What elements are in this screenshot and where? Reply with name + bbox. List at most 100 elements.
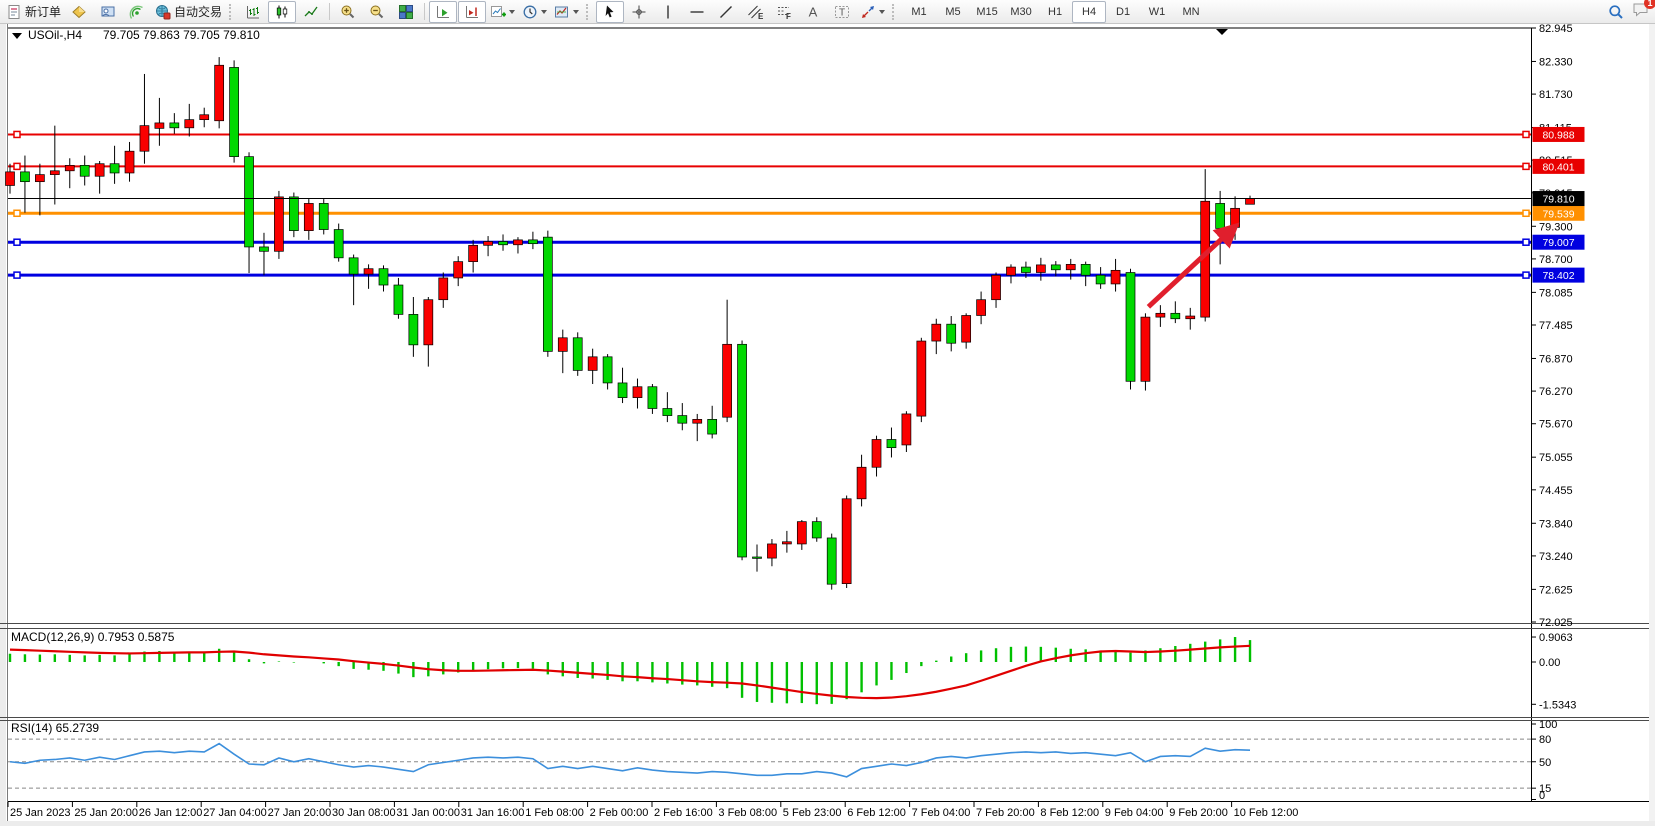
candle-body: [678, 416, 687, 424]
time-tick-label: 6 Feb 12:00: [847, 807, 906, 819]
notifications-button[interactable]: 1: [1632, 1, 1649, 22]
templates-button[interactable]: [551, 1, 582, 23]
new-order-button[interactable]: 新订单: [3, 1, 64, 23]
candle-body: [767, 544, 776, 558]
indicators-button[interactable]: [487, 1, 518, 23]
rsi-tick-label: 50: [1539, 757, 1551, 769]
candlestick-chart-icon: [274, 4, 290, 20]
candle-body: [454, 262, 463, 278]
line-handle[interactable]: [14, 131, 20, 137]
line-handle[interactable]: [14, 239, 20, 245]
cursor-button[interactable]: [596, 1, 624, 23]
candle-body: [693, 419, 702, 423]
candle-body: [797, 522, 806, 544]
period-clock-button[interactable]: [519, 1, 550, 23]
candle-body: [185, 120, 194, 128]
line-handle[interactable]: [1523, 210, 1529, 216]
candle-body: [603, 357, 612, 383]
candle-body: [738, 344, 747, 557]
time-tick-label: 5 Feb 23:00: [783, 807, 842, 819]
candle-body: [499, 242, 508, 245]
line-handle[interactable]: [1523, 163, 1529, 169]
line-handle[interactable]: [14, 272, 20, 278]
text-label-button[interactable]: T: [828, 1, 856, 23]
line-chart-button[interactable]: [297, 1, 325, 23]
template-icon: [554, 4, 570, 20]
candle-body: [723, 344, 732, 417]
timeframe-m5-button[interactable]: M5: [936, 1, 970, 23]
time-tick-label: 8 Feb 12:00: [1040, 807, 1099, 819]
fibonacci-button[interactable]: F: [770, 1, 798, 23]
signals-button[interactable]: [123, 1, 151, 23]
search-icon[interactable]: [1608, 4, 1624, 20]
fibo-glyph: F: [786, 12, 791, 20]
data-window-button[interactable]: [94, 1, 122, 23]
chart-shift-button[interactable]: [458, 1, 486, 23]
zoom-out-icon: [369, 4, 385, 20]
candle-body: [1171, 313, 1180, 318]
line-handle[interactable]: [14, 210, 20, 216]
candle-body: [842, 499, 851, 584]
chart-background: [0, 24, 1655, 826]
trendline-button[interactable]: [712, 1, 740, 23]
bar-chart-button[interactable]: [239, 1, 267, 23]
candle-body: [1051, 265, 1060, 270]
time-tick-label: 9 Feb 04:00: [1105, 807, 1164, 819]
tile-windows-button[interactable]: [392, 1, 420, 23]
price-tick-label: 72.025: [1539, 617, 1573, 629]
line-handle[interactable]: [14, 163, 20, 169]
candle-body: [1006, 267, 1015, 275]
time-tick-label: 30 Jan 08:00: [332, 807, 396, 819]
timeframe-group: M1M5M15M30H1H4D1W1MN: [902, 1, 1208, 23]
timeframe-h4-button[interactable]: H4: [1072, 1, 1106, 23]
time-tick-label: 25 Jan 20:00: [74, 807, 138, 819]
main-toolbar: 新订单 自动交易: [0, 0, 1655, 24]
timeframe-d1-button[interactable]: D1: [1106, 1, 1140, 23]
price-badge-label: 80.988: [1542, 129, 1574, 141]
candle-body: [140, 126, 149, 152]
text-label-icon: T: [834, 4, 850, 20]
candle-body: [200, 115, 209, 120]
candle-body: [1216, 203, 1225, 228]
price-badge-label: 79.810: [1542, 194, 1574, 206]
line-handle[interactable]: [1523, 131, 1529, 137]
candle-body: [95, 164, 104, 177]
candle-body: [110, 164, 119, 173]
timeframe-m15-button[interactable]: M15: [970, 1, 1004, 23]
price-tick-label: 76.870: [1539, 353, 1573, 365]
market-watch-button[interactable]: [65, 1, 93, 23]
candle-body: [992, 275, 1001, 299]
zoom-in-button[interactable]: [334, 1, 362, 23]
auto-scroll-button[interactable]: [429, 1, 457, 23]
candle-body: [230, 67, 239, 156]
candle-body: [125, 151, 134, 173]
candle-body: [170, 123, 179, 128]
shapes-button[interactable]: [857, 1, 888, 23]
timeframe-m1-button[interactable]: M1: [902, 1, 936, 23]
timeframe-w1-button[interactable]: W1: [1140, 1, 1174, 23]
channel-glyph: E: [758, 12, 763, 20]
crosshair-button[interactable]: [625, 1, 653, 23]
timeframe-h1-button[interactable]: H1: [1038, 1, 1072, 23]
horizontal-line-button[interactable]: [683, 1, 711, 23]
timeframe-m30-button[interactable]: M30: [1004, 1, 1038, 23]
vertical-line-icon: [660, 4, 676, 20]
candle-body: [469, 245, 478, 261]
timeframe-mn-button[interactable]: MN: [1174, 1, 1208, 23]
algo-trading-button[interactable]: 自动交易: [152, 1, 225, 23]
line-handle[interactable]: [1523, 239, 1529, 245]
text-button[interactable]: A: [799, 1, 827, 23]
candle-body: [1126, 273, 1135, 382]
candle-body: [827, 538, 836, 584]
candle-body: [887, 440, 896, 448]
clock-icon: [522, 4, 538, 20]
line-handle[interactable]: [1523, 272, 1529, 278]
equidistant-channel-button[interactable]: E: [741, 1, 769, 23]
chart-canvas: 82.94582.33081.73081.11580.51579.91579.3…: [0, 24, 1655, 826]
candle-body: [1141, 317, 1150, 381]
vertical-line-button[interactable]: [654, 1, 682, 23]
zoom-out-button[interactable]: [363, 1, 391, 23]
candlestick-chart-button[interactable]: [268, 1, 296, 23]
rsi-tick-label: 0: [1539, 790, 1545, 802]
price-tick-label: 77.485: [1539, 320, 1573, 332]
